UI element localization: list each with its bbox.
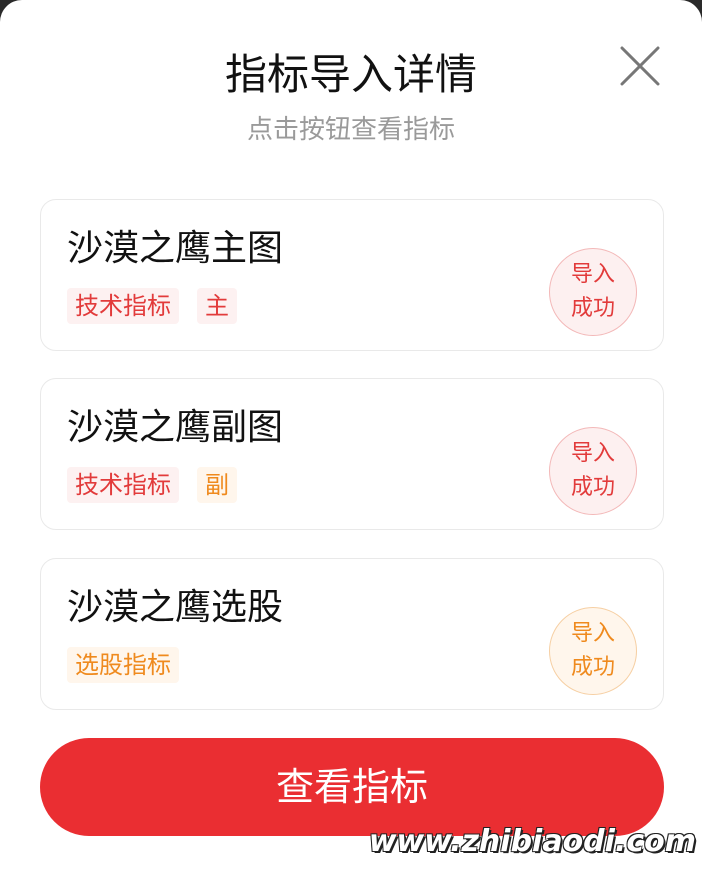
tag-screener: 选股指标 bbox=[67, 647, 179, 683]
indicator-name: 沙漠之鹰主图 bbox=[67, 228, 284, 269]
indicator-tags: 技术指标 主 bbox=[67, 288, 237, 324]
site-watermark: www.zhibiaodi.com bbox=[368, 824, 696, 859]
close-button[interactable] bbox=[614, 40, 666, 92]
indicator-card-sub[interactable]: 沙漠之鹰副图 技术指标 副 导入 成功 bbox=[40, 378, 664, 530]
import-success-stamp: 导入 成功 bbox=[549, 607, 637, 695]
stamp-line-2: 成功 bbox=[570, 655, 615, 680]
tag-technical: 技术指标 bbox=[67, 288, 179, 324]
indicator-tags: 选股指标 bbox=[67, 647, 179, 683]
indicator-tags: 技术指标 副 bbox=[67, 467, 237, 503]
indicator-card-main[interactable]: 沙漠之鹰主图 技术指标 主 导入 成功 bbox=[40, 199, 664, 351]
dialog-title: 指标导入详情 bbox=[224, 50, 477, 99]
stamp-line-2: 成功 bbox=[570, 475, 615, 500]
import-success-stamp: 导入 成功 bbox=[549, 427, 637, 515]
tag-sub: 副 bbox=[197, 467, 237, 503]
stamp-line-1: 导入 bbox=[570, 262, 615, 287]
dialog-subtitle: 点击按钮查看指标 bbox=[246, 115, 455, 145]
tag-technical: 技术指标 bbox=[67, 467, 179, 503]
import-success-stamp: 导入 成功 bbox=[549, 248, 637, 336]
stamp-line-1: 导入 bbox=[570, 621, 615, 646]
close-x-icon bbox=[620, 46, 660, 86]
tag-main: 主 bbox=[197, 288, 237, 324]
stamp-line-1: 导入 bbox=[570, 441, 615, 466]
import-details-dialog: 指标导入详情 点击按钮查看指标 沙漠之鹰主图 技术指标 主 导入 成功 沙漠之鹰… bbox=[0, 0, 702, 876]
stamp-line-2: 成功 bbox=[570, 296, 615, 321]
indicator-card-screener[interactable]: 沙漠之鹰选股 选股指标 导入 成功 bbox=[40, 558, 664, 710]
indicator-name: 沙漠之鹰选股 bbox=[67, 587, 284, 628]
indicator-name: 沙漠之鹰副图 bbox=[67, 407, 284, 448]
